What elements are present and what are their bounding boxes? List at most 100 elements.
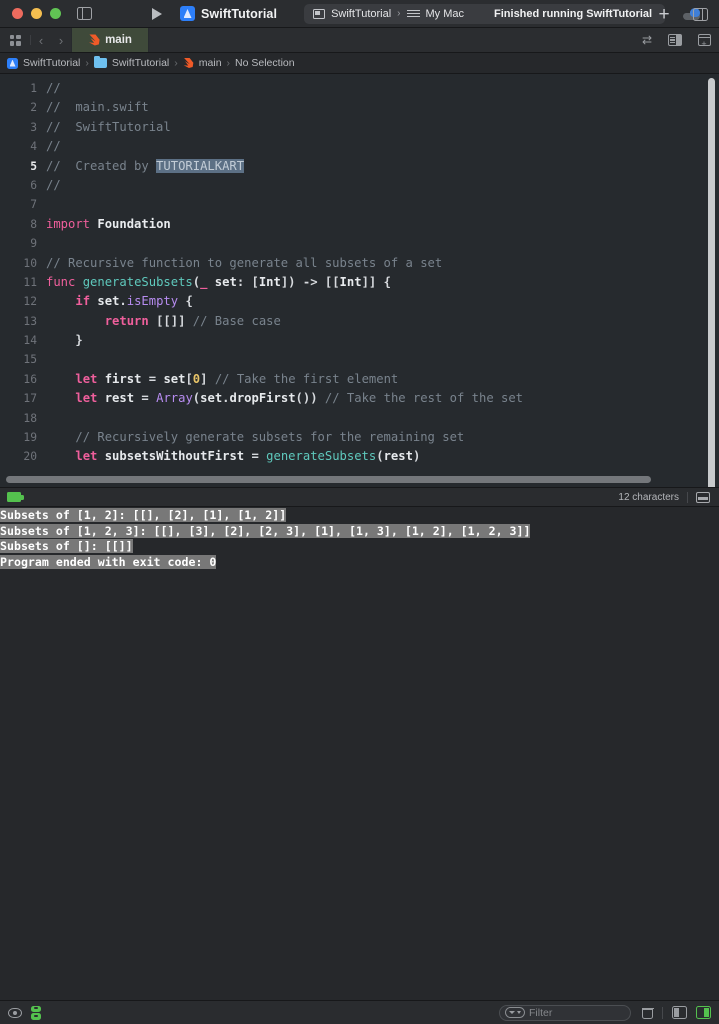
code-text[interactable]: let subsetsWithoutFirst = generateSubset…	[46, 447, 719, 466]
code-text[interactable]: //	[46, 79, 719, 98]
code-line[interactable]: 7	[0, 195, 719, 214]
terminal-icon	[7, 492, 24, 502]
code-text[interactable]: // Recursively generate subsets for the …	[46, 428, 719, 447]
active-project[interactable]: SwiftTutorial	[180, 6, 277, 21]
code-line[interactable]: 2 // main.swift	[0, 98, 719, 117]
code-line[interactable]: 9	[0, 234, 719, 253]
eye-icon[interactable]	[8, 1007, 22, 1018]
code-text[interactable]: if set.isEmpty {	[46, 292, 719, 311]
code-text[interactable]: // main.swift	[46, 98, 719, 117]
run-button[interactable]	[152, 7, 162, 20]
console-toolbar: 12 characters	[0, 487, 719, 507]
filter-input[interactable]: Filter	[499, 1004, 631, 1021]
code-line[interactable]: 19 // Recursively generate subsets for t…	[0, 428, 719, 447]
source-code[interactable]: 1 // 2 // main.swift 3 // SwiftTutorial 4 // 5 //…	[0, 74, 719, 487]
breadcrumb: SwiftTutorial › SwiftTutorial › main › N…	[0, 53, 719, 74]
line-number: 6	[30, 178, 37, 192]
scheme-destination-bar[interactable]: SwiftTutorial › My Mac Finished running …	[304, 3, 666, 24]
add-button[interactable]: +	[647, 5, 681, 24]
scheme-icon	[313, 8, 326, 19]
line-number: 14	[23, 334, 37, 348]
code-line[interactable]: 13 return [[]] // Base case	[0, 312, 719, 331]
code-text[interactable]: // SwiftTutorial	[46, 118, 719, 137]
line-number: 7	[30, 198, 37, 212]
debug-area-toggle-icon[interactable]	[672, 1006, 687, 1019]
bottom-bar-right-controls: Filter	[499, 1004, 719, 1021]
code-line[interactable]: 20 let subsetsWithoutFirst = generateSub…	[0, 447, 719, 466]
console-output[interactable]: Subsets of [1, 2]: [[], [2], [1], [1, 2]…	[0, 507, 719, 587]
code-line[interactable]: 15	[0, 350, 719, 369]
code-line[interactable]: 6 //	[0, 176, 719, 195]
horizontal-scrollbar[interactable]	[6, 476, 651, 483]
line-number: 12	[23, 295, 37, 309]
code-text[interactable]: }	[46, 331, 719, 350]
code-line[interactable]: 17 let rest = Array(set.dropFirst()) // …	[0, 389, 719, 408]
code-text[interactable]: //	[46, 176, 719, 195]
code-line[interactable]: 3 // SwiftTutorial	[0, 118, 719, 137]
close-button[interactable]	[12, 8, 23, 19]
sidebar-toggle-icon[interactable]	[77, 7, 92, 20]
code-editor-area[interactable]: 1 // 2 // main.swift 3 // SwiftTutorial 4 // 5 //…	[0, 74, 719, 487]
console-area-toggle-icon[interactable]	[696, 1006, 711, 1019]
filter-scope-icon[interactable]	[505, 1007, 525, 1018]
forward-button[interactable]: ›	[51, 28, 71, 52]
variables-view-icon[interactable]	[31, 1005, 41, 1020]
code-line[interactable]: 14 }	[0, 331, 719, 350]
code-line[interactable]: 4 //	[0, 137, 719, 156]
chevron-right-icon: ›	[397, 8, 401, 19]
grid-icon[interactable]	[0, 28, 30, 52]
swap-editors-icon[interactable]: ⇄	[632, 33, 662, 47]
tab-main[interactable]: main	[71, 28, 149, 52]
code-text[interactable]: import Foundation	[46, 215, 719, 234]
console-line[interactable]: Program ended with exit code: 0	[0, 554, 719, 571]
breadcrumb-item-folder[interactable]: SwiftTutorial	[112, 57, 169, 69]
line-number: 15	[23, 353, 37, 367]
code-line[interactable]: 8 import Foundation	[0, 215, 719, 234]
code-text[interactable]	[46, 195, 719, 214]
back-button[interactable]: ‹	[31, 28, 51, 52]
breadcrumb-separator: ›	[226, 57, 231, 69]
console-line[interactable]: Subsets of [1, 2]: [[], [2], [1], [1, 2]…	[0, 508, 719, 524]
code-text[interactable]: func generateSubsets(_ set: [Int]) -> [[…	[46, 273, 719, 292]
minimize-button[interactable]	[31, 8, 42, 19]
swift-file-icon	[88, 34, 100, 46]
line-number: 18	[23, 411, 37, 425]
console-empty-area[interactable]	[0, 587, 719, 1000]
split-editor-icon[interactable]	[662, 34, 688, 46]
breadcrumb-separator: ›	[85, 57, 89, 69]
breadcrumb-item-project[interactable]: SwiftTutorial	[23, 57, 80, 69]
line-number: 20	[23, 450, 37, 464]
code-text[interactable]: return [[]] // Base case	[46, 312, 719, 331]
window-controls	[0, 8, 61, 19]
breadcrumb-item-file[interactable]: main	[199, 57, 222, 69]
code-text[interactable]: let first = set[0] // Take the first ele…	[46, 370, 719, 389]
code-text[interactable]: // Created by TUTORIALKART	[46, 157, 719, 176]
code-line[interactable]: 16 let first = set[0] // Take the first …	[0, 370, 719, 389]
trash-icon[interactable]	[641, 1006, 654, 1019]
code-text[interactable]	[46, 409, 719, 428]
code-line[interactable]: 18	[0, 409, 719, 428]
scheme-name[interactable]: SwiftTutorial	[331, 8, 391, 20]
line-number: 19	[23, 431, 37, 445]
my-mac-icon	[406, 9, 420, 18]
code-text[interactable]	[46, 350, 719, 369]
code-line[interactable]: 10 // Recursive function to generate all …	[0, 254, 719, 273]
code-line[interactable]: 1 //	[0, 79, 719, 98]
vertical-scrollbar[interactable]	[708, 78, 715, 487]
code-line[interactable]: 12 if set.isEmpty {	[0, 292, 719, 311]
console-line[interactable]: Subsets of [1, 2, 3]: [[], [3], [2], [2,…	[0, 523, 719, 540]
code-text[interactable]: let rest = Array(set.dropFirst()) // Tak…	[46, 389, 719, 408]
horizontal-scroll-area	[0, 471, 719, 487]
maximize-button[interactable]	[50, 8, 61, 19]
code-text[interactable]: //	[46, 137, 719, 156]
code-line[interactable]: 11 func generateSubsets(_ set: [Int]) -> …	[0, 273, 719, 292]
bottom-panel-toggle-icon[interactable]	[696, 491, 710, 503]
add-editor-icon[interactable]	[689, 34, 719, 49]
right-panel-toggle-icon[interactable]	[681, 7, 719, 21]
code-text[interactable]	[46, 234, 719, 253]
destination-name[interactable]: My Mac	[426, 8, 465, 20]
code-line[interactable]: 5 // Created by TUTORIALKART	[0, 157, 719, 176]
breadcrumb-item-selection[interactable]: No Selection	[235, 57, 295, 69]
console-line[interactable]: Subsets of []: [[]]	[0, 539, 719, 555]
code-text[interactable]: // Recursive function to generate all su…	[46, 254, 719, 273]
